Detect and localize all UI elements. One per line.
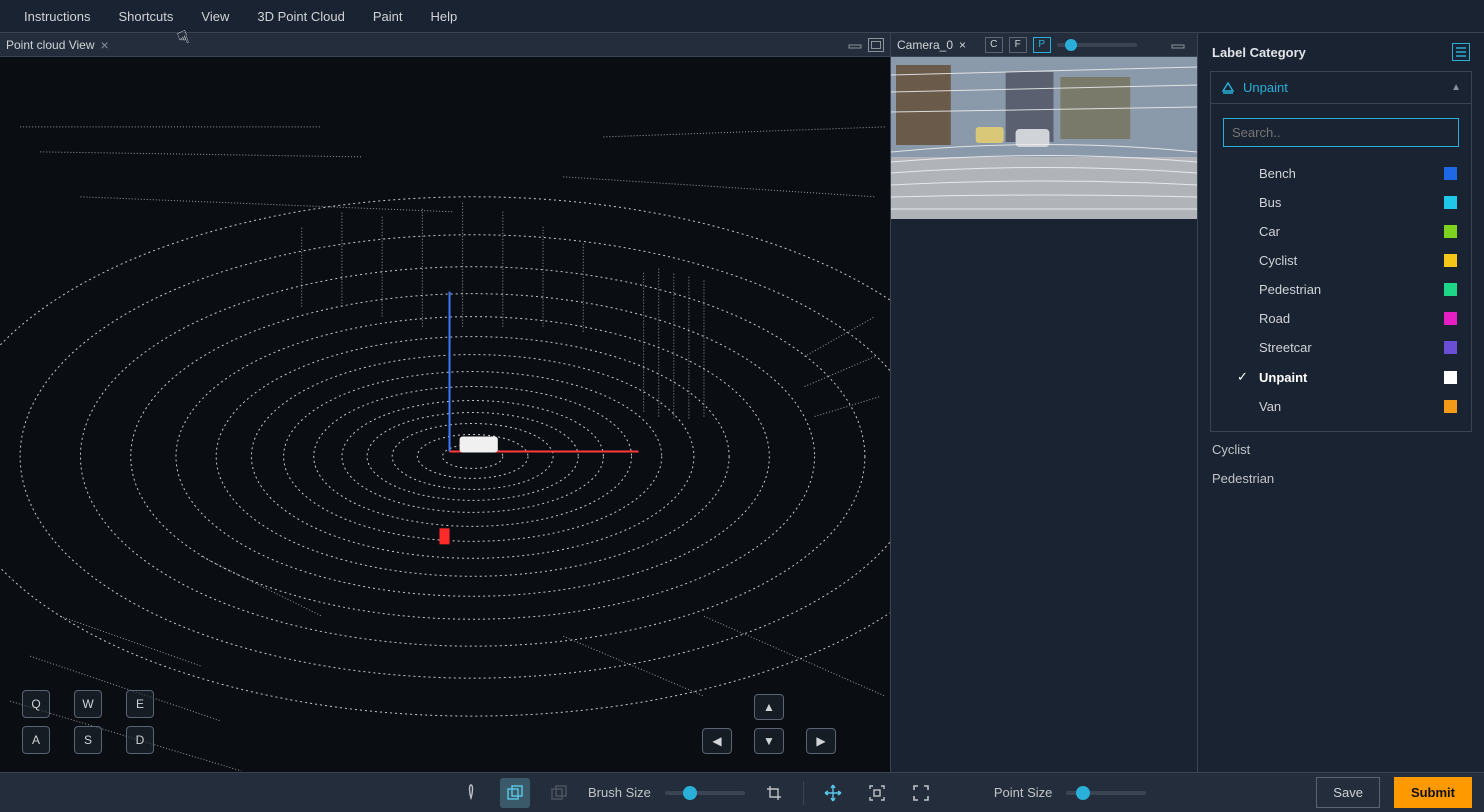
camera-tab-title: Camera_0 — [897, 38, 953, 52]
nav-keys-qweasd: Q W E A S D — [22, 690, 170, 754]
key-e[interactable]: E — [126, 690, 154, 718]
camera-panel: Camera_0 × C F P — [890, 33, 1197, 772]
save-button[interactable]: Save — [1316, 777, 1380, 808]
layer-add-icon[interactable] — [500, 778, 530, 808]
color-swatch — [1444, 167, 1457, 180]
camera-tab-close-icon[interactable]: × — [959, 38, 966, 52]
pointcloud-minimize-icon[interactable] — [848, 38, 864, 52]
menu-shortcuts[interactable]: Shortcuts — [104, 3, 187, 30]
color-swatch — [1444, 225, 1457, 238]
color-swatch — [1444, 371, 1457, 384]
recent-label-item[interactable]: Pedestrian — [1212, 471, 1470, 486]
point-size-label: Point Size — [994, 785, 1053, 800]
chevron-up-icon: ▲ — [1451, 82, 1461, 93]
category-item-bench[interactable]: Bench — [1211, 159, 1471, 188]
lidar-render — [0, 57, 890, 772]
category-list: Bench Bus Car Cyclist Pedestrian Road Streetca… — [1211, 155, 1471, 431]
category-item-unpaint[interactable]: ✓ Unpaint — [1211, 362, 1471, 392]
move-tool-icon[interactable] — [818, 778, 848, 808]
key-q[interactable]: Q — [22, 690, 50, 718]
camera-minimize-icon[interactable] — [1171, 38, 1185, 52]
camera-mode-f[interactable]: F — [1009, 37, 1027, 53]
color-swatch — [1444, 283, 1457, 296]
recent-labels: Cyclist Pedestrian — [1198, 432, 1484, 496]
camera-mode-p[interactable]: P — [1033, 37, 1051, 53]
unpaint-icon — [1221, 81, 1235, 95]
nav-arrows: ▲ ◀ ▼ ▶ — [702, 694, 850, 754]
label-sidebar: Label Category Unpaint ▲ ☟ BenchBusCarCy… — [1197, 32, 1484, 772]
brush-tool-icon[interactable] — [456, 778, 486, 808]
category-item-van[interactable]: Van — [1211, 392, 1471, 421]
color-swatch — [1444, 196, 1457, 209]
layer-subtract-icon[interactable] — [544, 778, 574, 808]
category-item-streetcar[interactable]: Streetcar — [1211, 333, 1471, 362]
sidebar-heading: Label Category — [1212, 45, 1306, 60]
key-w[interactable]: W — [74, 690, 102, 718]
arrow-up-icon[interactable]: ▲ — [754, 694, 784, 720]
category-name: Bus — [1259, 195, 1444, 210]
pointcloud-maximize-icon[interactable] — [868, 38, 884, 52]
category-picker-header[interactable]: Unpaint ▲ — [1211, 72, 1471, 104]
camera-tab-header: Camera_0 × C F P — [891, 33, 1197, 57]
arrow-down-icon[interactable]: ▼ — [754, 728, 784, 754]
arrow-left-icon[interactable]: ◀ — [702, 728, 732, 754]
category-name: Cyclist — [1259, 253, 1444, 268]
submit-button[interactable]: Submit — [1394, 777, 1472, 808]
focus-icon[interactable] — [862, 778, 892, 808]
category-current: Unpaint — [1243, 80, 1288, 95]
pointcloud-tab-header: Point cloud View × — [0, 33, 890, 57]
category-name: Unpaint — [1259, 370, 1444, 385]
recent-label-item[interactable]: Cyclist — [1212, 442, 1470, 457]
brush-size-slider[interactable] — [665, 791, 745, 795]
category-name: Van — [1259, 399, 1444, 414]
category-picker: Unpaint ▲ ☟ BenchBusCarCyclistPedestrian… — [1210, 71, 1472, 432]
menu-help[interactable]: Help — [416, 3, 471, 30]
pointcloud-tab-close-icon[interactable]: × — [101, 37, 109, 53]
category-name: Road — [1259, 311, 1444, 326]
pointcloud-tab-title: Point cloud View — [6, 38, 95, 52]
menu-instructions[interactable]: Instructions — [10, 3, 104, 30]
category-search-input[interactable] — [1223, 118, 1459, 147]
category-item-pedestrian[interactable]: Pedestrian — [1211, 275, 1471, 304]
color-swatch — [1444, 312, 1457, 325]
pointcloud-viewport[interactable]: Q W E A S D ▲ ◀ ▼ ▶ — [0, 57, 890, 772]
color-swatch — [1444, 254, 1457, 267]
divider — [803, 781, 804, 805]
category-name: Bench — [1259, 166, 1444, 181]
key-d[interactable]: D — [126, 726, 154, 754]
category-item-bus[interactable]: Bus — [1211, 188, 1471, 217]
key-s[interactable]: S — [74, 726, 102, 754]
fullscreen-icon[interactable] — [906, 778, 936, 808]
category-item-car[interactable]: Car — [1211, 217, 1471, 246]
check-icon: ✓ — [1237, 369, 1253, 385]
category-item-road[interactable]: Road — [1211, 304, 1471, 333]
category-item-cyclist[interactable]: Cyclist — [1211, 246, 1471, 275]
point-size-slider[interactable] — [1066, 791, 1146, 795]
camera-opacity-slider[interactable] — [1057, 43, 1137, 47]
key-a[interactable]: A — [22, 726, 50, 754]
crop-icon[interactable] — [759, 778, 789, 808]
category-name: Streetcar — [1259, 340, 1444, 355]
footer-toolbar: Brush Size Point Size Save Submit — [0, 772, 1484, 812]
menu-3d-point-cloud[interactable]: 3D Point Cloud — [243, 3, 358, 30]
camera-mode-c[interactable]: C — [985, 37, 1003, 53]
menubar: Instructions Shortcuts View 3D Point Clo… — [0, 0, 1484, 32]
brush-size-label: Brush Size — [588, 785, 651, 800]
category-name: Pedestrian — [1259, 282, 1444, 297]
menu-paint[interactable]: Paint — [359, 3, 417, 30]
menu-view[interactable]: View — [187, 3, 243, 30]
arrow-right-icon[interactable]: ▶ — [806, 728, 836, 754]
list-view-toggle-icon[interactable] — [1452, 43, 1470, 61]
color-swatch — [1444, 341, 1457, 354]
category-name: Car — [1259, 224, 1444, 239]
color-swatch — [1444, 400, 1457, 413]
camera-image[interactable] — [891, 57, 1197, 219]
